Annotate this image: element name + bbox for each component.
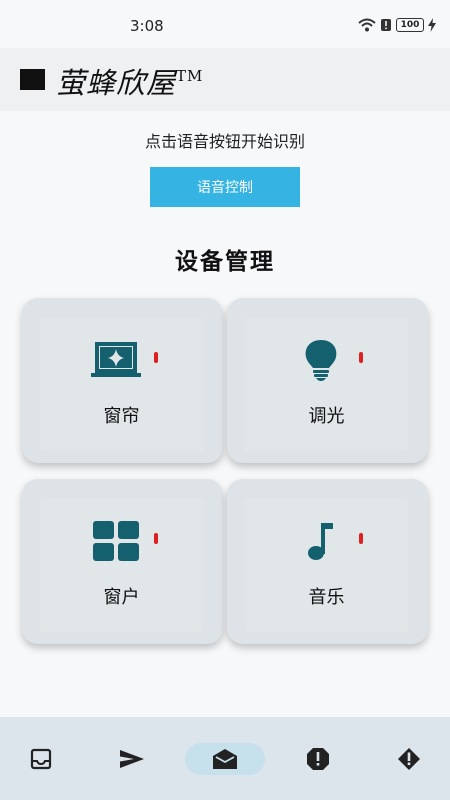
status-icons: 100 xyxy=(358,18,436,32)
report-icon xyxy=(307,748,329,770)
lightbulb-icon xyxy=(296,338,346,382)
card-inner: 调光 xyxy=(245,318,408,451)
status-indicator xyxy=(359,533,363,544)
device-card-dimmer[interactable]: 调光 xyxy=(227,298,428,463)
device-label: 窗户 xyxy=(103,587,140,608)
status-bar: 3:08 100 xyxy=(0,0,450,48)
card-inner: 音乐 xyxy=(245,499,408,632)
wifi-icon xyxy=(358,18,376,32)
card-inner: 窗户 xyxy=(40,499,203,632)
logo-icon xyxy=(20,69,45,90)
voice-hint: 点击语音按钮开始识别 xyxy=(144,132,305,151)
nav-alert[interactable] xyxy=(391,743,427,775)
nav-drafts[interactable] xyxy=(185,743,265,775)
nav-send[interactable] xyxy=(114,743,150,775)
nav-report[interactable] xyxy=(300,743,336,775)
alert-status-icon xyxy=(381,19,391,31)
music-note-icon xyxy=(296,519,346,563)
device-card-window[interactable]: 窗户 xyxy=(22,479,223,644)
inbox-icon xyxy=(30,748,52,770)
voice-control-button[interactable]: 语音控制 xyxy=(150,167,300,207)
charging-icon xyxy=(428,18,436,32)
nav-inbox[interactable] xyxy=(23,743,59,775)
status-indicator xyxy=(359,352,363,363)
status-time: 3:08 xyxy=(130,17,164,35)
status-indicator xyxy=(154,533,158,544)
device-label: 调光 xyxy=(308,406,345,427)
section-title: 设备管理 xyxy=(175,249,275,275)
device-label: 窗帘 xyxy=(103,406,140,427)
status-indicator xyxy=(154,352,158,363)
app-title: 萤蜂欣屋TM xyxy=(56,60,203,102)
device-card-curtain[interactable]: 窗帘 xyxy=(22,298,223,463)
card-inner: 窗帘 xyxy=(40,318,203,451)
bottom-nav xyxy=(0,717,450,800)
alert-icon xyxy=(398,748,420,770)
curtain-icon xyxy=(91,338,141,382)
app-title-text: 萤蜂欣屋 xyxy=(56,66,177,100)
device-card-music[interactable]: 音乐 xyxy=(227,479,428,644)
battery-icon: 100 xyxy=(396,18,424,32)
device-label: 音乐 xyxy=(308,587,345,608)
window-icon xyxy=(91,519,141,563)
drafts-icon xyxy=(213,749,237,769)
trademark: TM xyxy=(176,67,204,85)
send-icon xyxy=(120,750,144,768)
app-header: 萤蜂欣屋TM xyxy=(0,48,450,111)
